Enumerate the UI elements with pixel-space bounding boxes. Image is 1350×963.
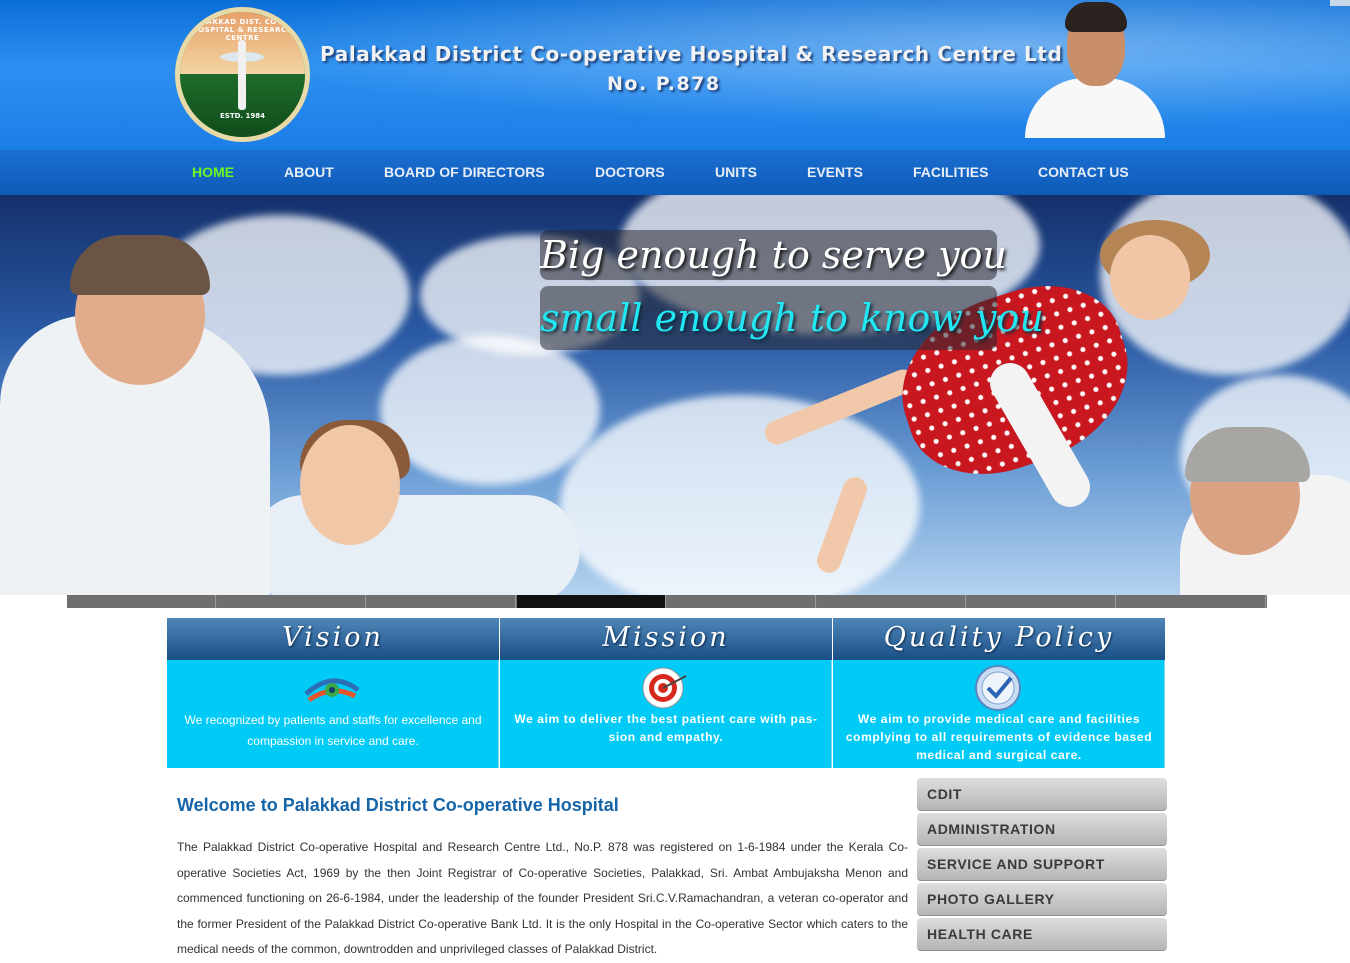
vision-title: Vision — [282, 622, 384, 653]
registration-number: No. P.878 — [607, 73, 721, 95]
founder-portrait — [1025, 0, 1165, 138]
cloud — [380, 335, 600, 485]
quality-policy-title: Quality Policy — [883, 622, 1115, 653]
vision-text: We recognized by patients and staffs for… — [184, 713, 482, 748]
slider-dot-active[interactable] — [517, 595, 666, 608]
site-header: PALAKKAD DIST. CO-OP. HOSPITAL & RESEARC… — [0, 0, 1350, 150]
nav-doctors[interactable]: DOCTORS — [595, 164, 665, 180]
nav-home[interactable]: HOME — [192, 164, 234, 180]
logo-ring-text: PALAKKAD DIST. CO-OP. HOSPITAL & RESEARC… — [190, 18, 295, 42]
side-menu-photo-gallery[interactable]: PHOTO GALLERY — [917, 883, 1167, 916]
slider-dot[interactable] — [217, 595, 366, 608]
slider-dot[interactable] — [967, 595, 1116, 608]
portrait-shoulders — [1025, 78, 1165, 138]
nav-facilities[interactable]: FACILITIES — [913, 164, 988, 180]
hero-slider[interactable]: Big enough to serve you small enough to … — [0, 195, 1350, 595]
quality-seal-icon — [975, 665, 1021, 711]
main-navigation: HOME ABOUT BOARD OF DIRECTORS DOCTORS UN… — [0, 150, 1350, 195]
banner-pillow — [250, 495, 580, 595]
mission-box: Mission We aim to deliver the best patie… — [500, 618, 832, 768]
logo-estd: ESTD. 1984 — [220, 112, 265, 120]
target-icon — [642, 667, 687, 709]
side-menu-cdit[interactable]: CDIT — [917, 778, 1167, 811]
banner-girl-head — [1110, 235, 1190, 320]
mission-title: Mission — [602, 622, 730, 653]
cloud — [560, 395, 920, 595]
banner-doctor-hair — [70, 235, 210, 295]
mission-text: We aim to deliver the best patient care … — [514, 712, 818, 744]
nav-board-of-directors[interactable]: BOARD OF DIRECTORS — [384, 164, 545, 180]
nav-units[interactable]: UNITS — [715, 164, 757, 180]
welcome-heading: Welcome to Palakkad District Co-operativ… — [177, 795, 619, 815]
slider-dot[interactable] — [1117, 595, 1266, 608]
tagline-primary: Big enough to serve you — [540, 233, 1007, 277]
site-title: Palakkad District Co-operative Hospital … — [320, 42, 1063, 66]
side-menu-health-care[interactable]: HEALTH CARE — [917, 918, 1167, 951]
window-corner — [1330, 0, 1350, 6]
slider-dot[interactable] — [67, 595, 216, 608]
mission-box-header: Mission — [500, 618, 832, 660]
caduceus-icon — [238, 40, 246, 110]
nav-about[interactable]: ABOUT — [284, 164, 334, 180]
portrait-hair — [1065, 2, 1127, 32]
quality-policy-box: Quality Policy We aim to provide medical… — [833, 618, 1165, 768]
hospital-logo[interactable]: PALAKKAD DIST. CO-OP. HOSPITAL & RESEARC… — [175, 7, 310, 142]
quality-policy-text: We aim to provide medical care and facil… — [845, 712, 1153, 762]
eye-icon — [304, 678, 360, 703]
slider-dot[interactable] — [367, 595, 516, 608]
info-boxes: Vision We recognized by patients and sta… — [167, 618, 1166, 768]
side-menu-service-and-support[interactable]: SERVICE AND SUPPORT — [917, 848, 1167, 881]
side-menu-administration[interactable]: ADMINISTRATION — [917, 813, 1167, 846]
vision-box: Vision We recognized by patients and sta… — [167, 618, 499, 768]
vision-box-header: Vision — [167, 618, 499, 660]
nav-contact-us[interactable]: CONTACT US — [1038, 164, 1129, 180]
welcome-paragraph: The Palakkad District Co-operative Hospi… — [177, 840, 908, 956]
banner-child — [300, 425, 400, 545]
slider-dot[interactable] — [667, 595, 816, 608]
quality-policy-box-header: Quality Policy — [833, 618, 1165, 660]
tagline-secondary: small enough to know you — [540, 296, 1044, 340]
slider-dot[interactable] — [817, 595, 966, 608]
nav-events[interactable]: EVENTS — [807, 164, 863, 180]
slider-pager — [67, 595, 1267, 608]
